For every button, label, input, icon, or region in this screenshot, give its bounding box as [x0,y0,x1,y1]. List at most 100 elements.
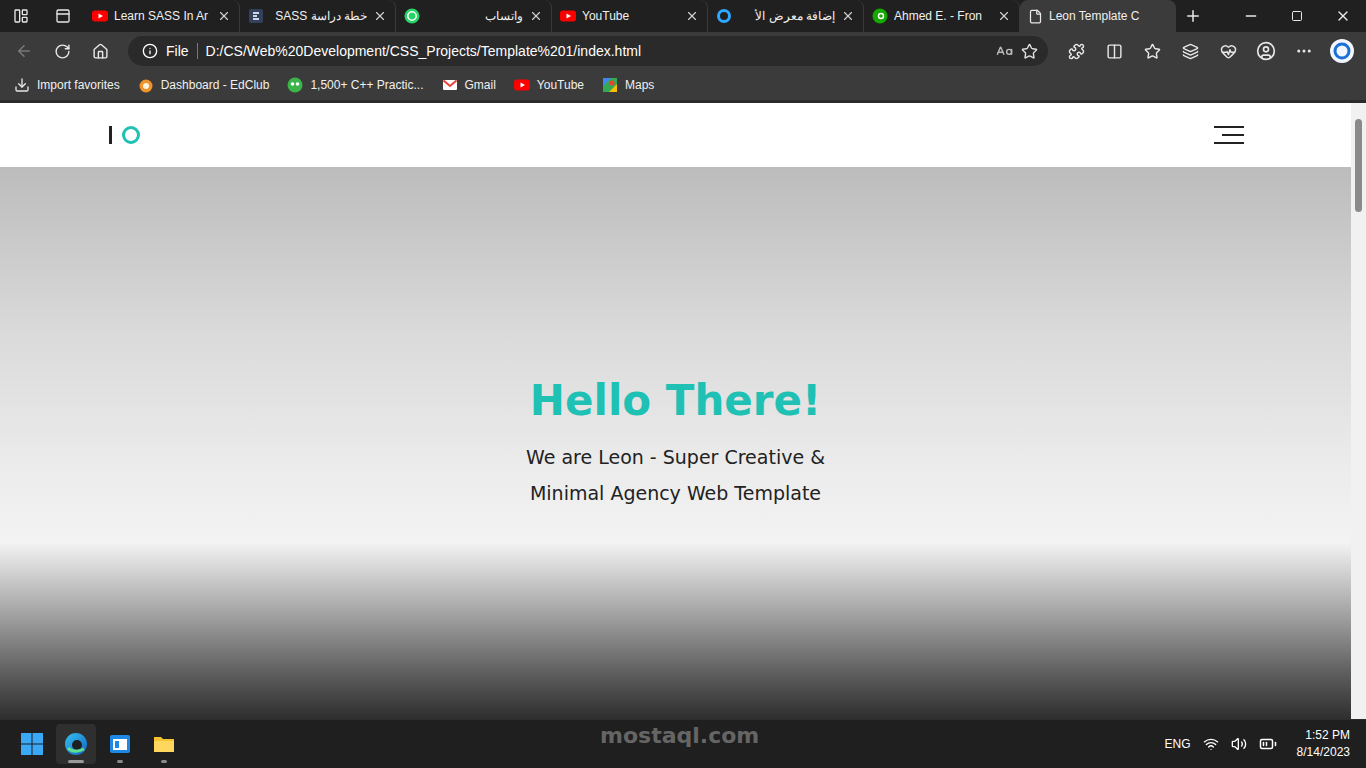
back-button[interactable] [6,32,42,70]
health-button[interactable] [1210,32,1246,70]
toolbar: File D:/CS/Web%20Development/CSS_Projects… [0,32,1366,70]
taskbar-app[interactable] [100,724,140,764]
close-window-icon [1335,8,1351,24]
site-header [0,103,1351,167]
taskbar-app[interactable] [144,724,184,764]
battery-icon[interactable] [1259,735,1277,753]
tab-label: إضافة معرض الأ [738,9,835,23]
address-bar[interactable]: File D:/CS/Web%20Development/CSS_Projects… [128,36,1048,66]
refresh-icon [54,43,71,60]
browser-tab[interactable]: Leon Template C [1020,0,1176,32]
star-icon[interactable] [1021,43,1038,60]
more-button[interactable] [1286,32,1322,70]
workspaces-icon [13,8,29,24]
close-icon[interactable] [997,9,1011,23]
close-icon[interactable] [685,9,699,23]
clock[interactable]: 1:52 PM8/14/2023 [1289,727,1358,761]
close-button[interactable] [1320,0,1366,32]
refresh-button[interactable] [44,32,80,70]
split-screen-button[interactable] [1096,32,1132,70]
folder-icon [152,732,176,756]
bing-icon [1329,38,1355,64]
web-page: Hello There! We are Leon - Super Creative… [0,103,1366,719]
import-icon [14,77,30,93]
tab-label: خطة دراسة SASS [270,9,367,23]
bing-button[interactable] [1324,32,1360,70]
close-icon[interactable] [217,9,231,23]
cpp-icon [287,77,303,93]
logo-icon[interactable] [108,124,142,146]
browser-tab[interactable]: واتساب [396,0,552,32]
browser-tab[interactable]: Ahmed E. - Fron [864,0,1020,32]
hero-section: Hello There! We are Leon - Super Creative… [0,167,1351,719]
tab-bar: Learn SASS In Ar خطة دراسة SASS واتساب YouT… [0,0,1366,32]
maximize-icon [1291,10,1303,22]
close-icon[interactable] [841,9,855,23]
desktop: Learn SASS In Ar خطة دراسة SASS واتساب YouT… [0,0,1366,768]
home-icon [92,43,109,60]
browser-tab[interactable]: Learn SASS In Ar [84,0,240,32]
puzzle-icon [1068,43,1085,60]
youtube-icon [92,8,108,24]
favorite-item[interactable]: YouTube [514,77,584,93]
tab-label: Learn SASS In Ar [114,9,211,23]
favorite-label: Gmail [465,78,496,92]
heart-pulse-icon [1220,43,1237,60]
hero-subtitle: We are Leon - Super Creative &Minimal Ag… [526,439,825,511]
taskbar-app[interactable] [12,724,52,764]
tab-actions-button[interactable] [42,0,84,32]
tab-label: Leon Template C [1049,9,1168,23]
new-tab-button[interactable] [1176,0,1210,32]
edclub-icon [138,77,154,93]
menu-icon[interactable] [1214,125,1246,145]
tab-label: واتساب [426,9,523,23]
favorite-item[interactable]: Import favorites [14,77,120,93]
home-button[interactable] [82,32,118,70]
scrollbar[interactable] [1351,103,1366,719]
notes-app-icon [108,732,132,756]
browser-tab[interactable]: خطة دراسة SASS [240,0,396,32]
tab-label: YouTube [582,9,679,23]
back-arrow-icon [15,42,33,60]
hero-title: Hello There! [530,376,821,425]
more-icon [1295,42,1313,60]
favorite-label: Maps [625,78,654,92]
profile-icon [1256,41,1276,61]
windows-icon [20,732,44,756]
edraak-icon [248,8,264,24]
maximize-button[interactable] [1274,0,1320,32]
minimize-button[interactable] [1228,0,1274,32]
scroll-thumb[interactable] [1355,119,1362,212]
scheme-label: File [166,43,198,59]
close-icon[interactable] [373,9,387,23]
extensions-button[interactable] [1058,32,1094,70]
taskbar: ENG 1:52 PM8/14/2023 [0,719,1366,768]
favorites-bar: Import favorites Dashboard - EdClub 1,500+… [0,70,1366,103]
watermark: mostaql.com [600,723,759,748]
favorite-item[interactable]: Maps [602,77,654,93]
wifi-icon[interactable] [1203,736,1219,752]
language-indicator[interactable]: ENG [1165,737,1191,751]
plus-icon [1184,7,1202,25]
browser-tab[interactable]: YouTube [552,0,708,32]
favorites-button[interactable] [1134,32,1170,70]
favorite-item[interactable]: 1,500+ C++ Practic... [287,77,423,93]
favorite-item[interactable]: Gmail [442,77,496,93]
favorite-item[interactable]: Dashboard - EdClub [138,77,270,93]
browser-tab[interactable]: إضافة معرض الأ [708,0,864,32]
taskbar-app[interactable] [56,724,96,764]
url-text: D:/CS/Web%20Development/CSS_Projects/Tem… [206,43,988,59]
read-aloud-icon[interactable] [996,43,1013,60]
favorite-label: YouTube [537,78,584,92]
youtube-icon [514,77,530,93]
running-indicator [117,760,123,763]
tab-actions-icon [55,8,71,24]
whatsapp-icon [404,8,420,24]
profile-button[interactable] [1248,32,1284,70]
running-indicator [68,760,84,763]
volume-icon[interactable] [1231,736,1247,752]
close-icon[interactable] [529,9,543,23]
gmail-icon [442,77,458,93]
workspaces-button[interactable] [0,0,42,32]
collections-button[interactable] [1172,32,1208,70]
